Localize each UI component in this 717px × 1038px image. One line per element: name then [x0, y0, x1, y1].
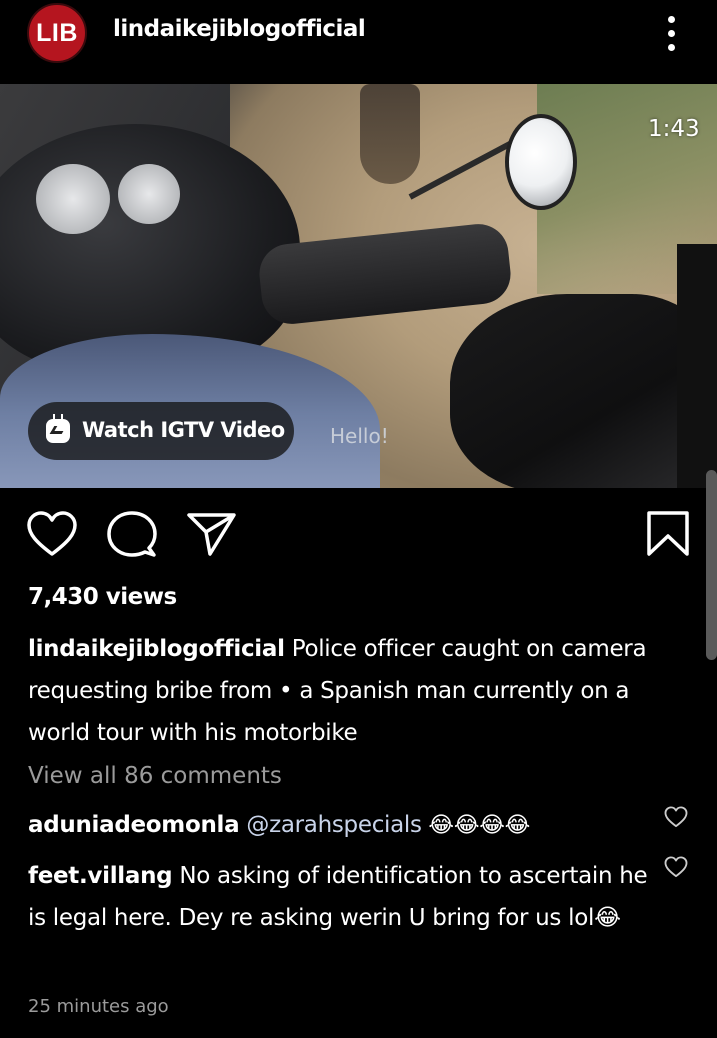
avatar[interactable]: LIB [27, 3, 87, 63]
igtv-icon [46, 414, 70, 443]
tachometer-gauge [118, 164, 180, 224]
comment-mention[interactable]: @zarahspecials [246, 812, 422, 838]
watch-igtv-button[interactable]: Watch IGTV Video [28, 402, 294, 460]
side-mirror [505, 114, 577, 210]
comment-username[interactable]: aduniadeomonla [28, 812, 240, 838]
view-all-comments-link[interactable]: View all 86 comments [28, 763, 282, 789]
video-frame-figure [360, 84, 420, 184]
post-timestamp: 25 minutes ago [28, 996, 169, 1017]
comment-item: feet.villang No asking of identification… [28, 855, 648, 939]
comment-bubble-icon[interactable] [106, 510, 158, 558]
video-player[interactable]: 1:43 Hello! Watch IGTV Video [0, 84, 717, 488]
comment-username[interactable]: feet.villang [28, 863, 173, 889]
caption-username[interactable]: lindaikejiblogofficial [28, 636, 285, 662]
heart-outline-icon[interactable] [26, 510, 78, 558]
comment-like-heart-icon[interactable] [664, 856, 688, 878]
bookmark-icon[interactable] [645, 510, 691, 558]
video-frame-edge [677, 244, 717, 488]
rider-glove [450, 294, 710, 488]
comment-text: 😂😂😂😂 [421, 813, 531, 838]
scrollbar[interactable] [706, 470, 717, 660]
post-header: LIB lindaikejiblogofficial [0, 0, 717, 84]
comment-item: aduniadeomonla @zarahspecials 😂😂😂😂 [28, 804, 648, 847]
paper-plane-icon[interactable] [186, 510, 238, 558]
post-username[interactable]: lindaikejiblogofficial [113, 16, 366, 42]
view-count: 7,430 views [28, 584, 177, 610]
video-duration: 1:43 [648, 116, 700, 142]
comment-like-heart-icon[interactable] [664, 806, 688, 828]
watch-igtv-label: Watch IGTV Video [82, 418, 285, 442]
post-caption: lindaikejiblogofficial Police officer ca… [28, 628, 688, 754]
more-vertical-icon[interactable] [660, 14, 684, 54]
video-subtitle: Hello! [330, 424, 389, 448]
speedometer-gauge [36, 164, 110, 234]
